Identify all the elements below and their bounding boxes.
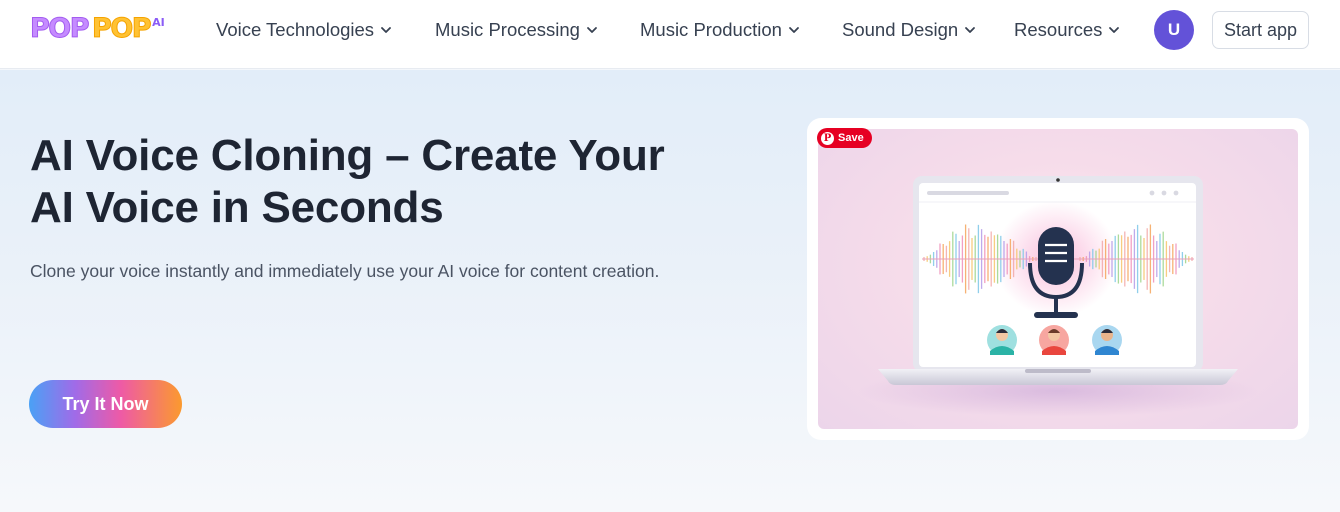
nav-item-label: Resources: [1014, 19, 1103, 40]
pinterest-save-button[interactable]: P Save: [817, 128, 872, 148]
chevron-down-icon: [586, 24, 598, 36]
nav-voice-technologies[interactable]: Voice Technologies: [216, 0, 392, 60]
poppop-ai-logo[interactable]: POP POP AI: [29, 12, 165, 46]
pinterest-icon: P: [821, 131, 834, 145]
nav-music-production[interactable]: Music Production: [640, 0, 800, 60]
logo-word-pop-purple: POP: [29, 13, 90, 45]
person-avatar-icon: [987, 325, 1017, 355]
title-line-1: AI Voice Cloning – Create Your: [30, 131, 665, 180]
chevron-down-icon: [964, 24, 976, 36]
top-navigation-bar: POP POP AI Voice Technologies Music Proc…: [0, 0, 1340, 69]
laptop-illustration: [858, 176, 1258, 417]
try-it-now-button[interactable]: Try It Now: [29, 380, 182, 428]
nav-sound-design[interactable]: Sound Design: [842, 0, 976, 60]
hero-image-card: [807, 118, 1309, 440]
nav-music-processing[interactable]: Music Processing: [435, 0, 598, 60]
chevron-down-icon: [788, 24, 800, 36]
nav-item-label: Voice Technologies: [216, 19, 375, 40]
person-avatar-icon: [1039, 325, 1069, 355]
nav-resources[interactable]: Resources: [1014, 0, 1120, 60]
chevron-down-icon: [1108, 24, 1120, 36]
nav-item-label: Music Production: [640, 19, 782, 40]
hero-subtitle: Clone your voice instantly and immediate…: [30, 261, 660, 281]
logo-ai-suffix: AI: [152, 16, 165, 29]
save-label: Save: [838, 132, 864, 144]
start-app-button[interactable]: Start app: [1212, 11, 1309, 49]
nav-item-label: Sound Design: [842, 19, 959, 40]
chevron-down-icon: [380, 24, 392, 36]
user-avatar[interactable]: U: [1154, 10, 1194, 50]
voice-cloning-illustration: [818, 129, 1298, 429]
logo-word-pop-yellow: POP: [92, 13, 153, 45]
person-avatar-icon: [1092, 325, 1122, 355]
page-title: AI Voice Cloning – Create Your AI Voice …: [30, 130, 730, 234]
title-line-2: AI Voice in Seconds: [30, 183, 444, 232]
nav-item-label: Music Processing: [435, 19, 580, 40]
